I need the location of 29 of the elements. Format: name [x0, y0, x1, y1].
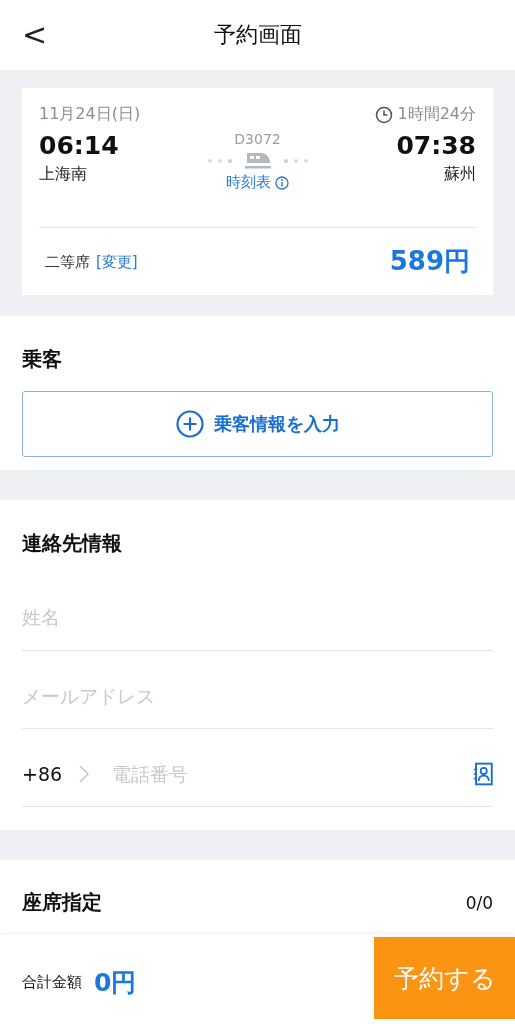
- add-passenger-button[interactable]: 乗客情報を入力: [22, 391, 493, 457]
- info-icon: [275, 175, 289, 190]
- name-field[interactable]: 姓名: [22, 605, 493, 628]
- travel-duration: 1時間24分: [397, 104, 476, 125]
- email-field[interactable]: メールアドレス: [22, 684, 493, 707]
- change-link[interactable]: [変更]: [96, 252, 138, 272]
- phone-field[interactable]: 電話番号: [112, 762, 474, 785]
- section-title: 連絡先情報: [22, 530, 123, 557]
- page-title: 予約画面: [213, 21, 302, 49]
- train-number: D3072: [234, 131, 281, 147]
- timetable-link[interactable]: 時刻表: [226, 173, 289, 192]
- arrival-station: 蘇州: [444, 164, 476, 185]
- departure-station: 上海南: [39, 164, 88, 185]
- seat-class: 二等席: [45, 252, 90, 271]
- section-title: 乗客: [22, 346, 63, 373]
- plus-circle-icon: [175, 410, 204, 438]
- travel-date: 11月24日(日): [39, 104, 141, 125]
- clock-icon: [375, 105, 394, 124]
- arrival-time: 07:38: [396, 131, 476, 160]
- departure-time: 06:14: [39, 131, 119, 160]
- country-code-selector[interactable]: +86: [22, 762, 91, 785]
- total-label: 合計金額: [22, 973, 82, 992]
- chevron-right-icon: [78, 763, 91, 784]
- section-title: 座席指定: [22, 889, 102, 916]
- back-button[interactable]: <: [22, 18, 48, 52]
- train-icon: [242, 151, 273, 171]
- ticket-price: 589円: [389, 245, 470, 278]
- total-price: 0円: [94, 967, 137, 999]
- seat-count: 0/0: [465, 892, 493, 913]
